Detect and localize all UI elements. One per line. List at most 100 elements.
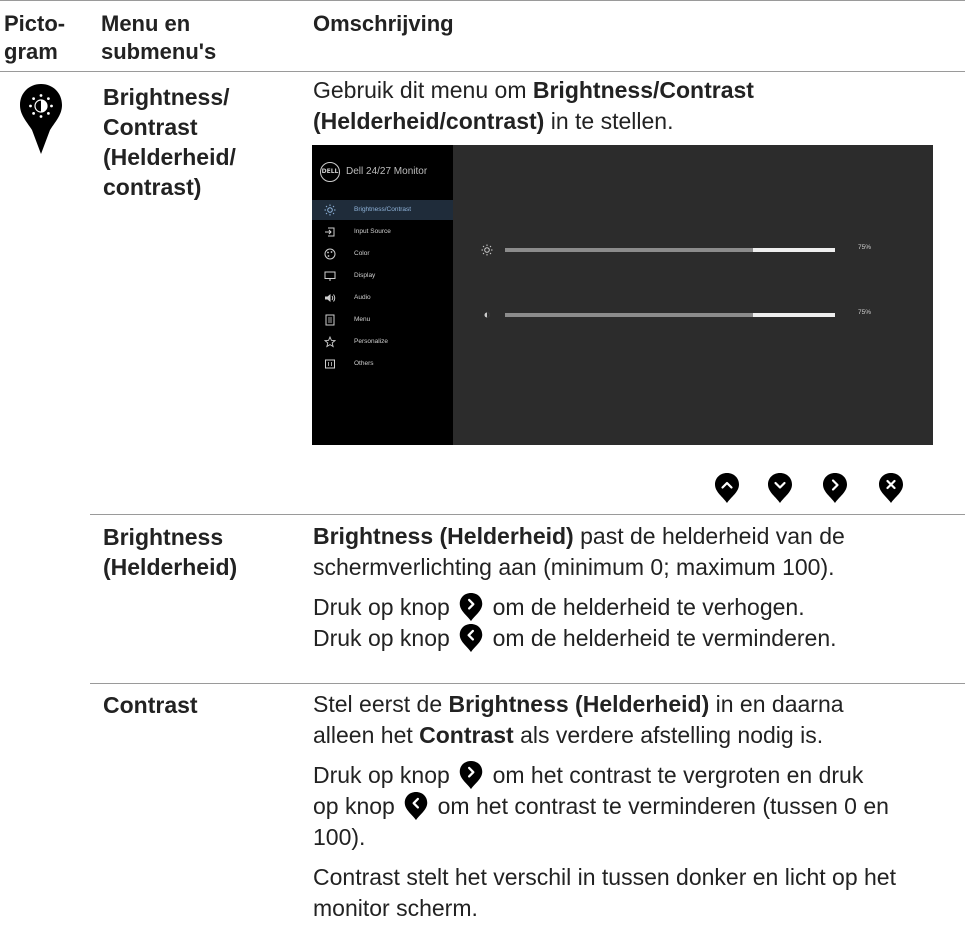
input-source-icon [325,227,335,237]
contrast-p1-bold: Brightness (Helderheid) [448,691,710,717]
osd-menu-item[interactable]: Personalize [312,332,453,352]
osd-menu-item-label: Others [354,360,374,367]
menu-title-line: Brightness/ [103,84,230,110]
audio-icon [325,294,336,302]
brightness-contrast-description: Gebruik dit menu om Brightness/Contrast … [313,75,754,137]
menu-brightness-contrast-title: Brightness/ Contrast (Helderheid/ contra… [103,82,236,202]
osd-menu-item-label: Color [354,250,370,257]
osd-header: DELL Dell 24/27 Monitor [312,145,453,200]
contrast-p2-line1: Druk op knop om het contrast te vergrote… [313,760,896,791]
display-icon [324,271,336,281]
close-button-icon [879,473,903,503]
menu-contrast-title: Contrast [103,692,198,718]
right-button-icon [459,760,483,790]
contrast-p1-l2-post: als verdere afstelling nodig is. [513,722,824,748]
brightness-p1-line2: schermverlichting aan (minimum 0; maximu… [313,554,835,580]
menu-title-line: (Helderheid/ [103,144,236,170]
contrast-description: Stel eerst de Brightness (Helderheid) in… [313,689,896,924]
contrast-p2-l1-post: om het contrast te vergroten en druk [492,762,864,788]
header-pictogram-line1: Picto- [4,11,66,36]
osd-menu-item[interactable]: Input Source [312,222,453,242]
brightness-value: 75% [858,244,872,251]
contrast-slider[interactable] [505,313,835,317]
brightness-slider[interactable] [505,248,835,252]
right-button-icon [459,592,483,622]
right-button-icon [823,473,847,503]
row-rule-1 [90,514,965,515]
desc-bold2: (Helderheid/contrast) [313,108,545,134]
osd-screenshot: DELL Dell 24/27 Monitor Brightness/Contr… [312,145,933,445]
header-description: Omschrijving [313,11,454,36]
osd-menu-item-label: Brightness/Contrast [354,206,412,213]
contrast-value: 75% [858,309,872,316]
brightness-p2-pre: Druk op knop [313,594,450,620]
osd-menu-item-label: Menu [354,316,371,323]
osd-menu-item[interactable]: Menu [312,310,453,330]
top-rule [0,0,965,1]
contrast-p2-line2: op knop om het contrast te verminderen (… [313,791,896,822]
down-button-icon [768,473,792,503]
osd-sidebar: DELL Dell 24/27 Monitor Brightness/Contr… [312,145,453,445]
osd-menu-item[interactable]: Audio [312,288,453,308]
brightness-p1-bold: Brightness (Helderheid) [313,523,574,549]
contrast-p1-l2-pre: alleen het [313,722,420,748]
brightness-slider-fill [505,248,753,252]
left-button-icon [405,791,428,821]
brightness-small-icon [481,244,493,256]
osd-menu-item-label: Audio [354,294,371,301]
brightness-p1-line1: Brightness (Helderheid) past de helderhe… [313,521,845,552]
brightness-p2: Druk op knop om de helderheid te verhoge… [313,592,845,623]
contrast-p2-l2-post: om het contrast te verminderen (tussen 0… [437,793,889,819]
contrast-p1-line1: Stel eerst de Brightness (Helderheid) in… [313,689,896,720]
contrast-slider-fill [505,313,753,317]
osd-menu-item-label: Personalize [354,338,388,345]
contrast-p1-pre: Stel eerst de [313,691,449,717]
star-icon [324,336,336,348]
header-menu-line2: submenu's [101,39,217,64]
osd-menu-item[interactable]: Display [312,266,453,286]
row-rule-2 [90,683,965,684]
brightness-title-line2: (Helderheid) [103,554,238,580]
brightness-contrast-icon [20,84,62,154]
brightness-p1-rest: past de helderheid van de [573,523,845,549]
brightness-p3-pre: Druk op knop [313,625,450,651]
contrast-slider-row: 75% [453,307,933,323]
menu-icon [325,314,335,326]
header-pictogram: Picto- gram [4,10,65,66]
contrast-p1-post: in en daarna [709,691,844,717]
brightness-p3-post: om de helderheid te verminderen. [492,625,837,651]
dell-logo: DELL [320,162,340,182]
contrast-p2-l1-pre: Druk op knop [313,762,450,788]
osd-model-name: Dell 24/27 Monitor [346,166,428,177]
osd-menu-item[interactable]: Color [312,244,453,264]
osd-menu-item-label: Input Source [354,228,391,235]
desc-post: in te stellen. [544,108,674,134]
header-menu: Menu en submenu's [101,10,216,66]
osd-menu-item[interactable]: Brightness/Contrast [312,200,453,220]
header-pictogram-line2: gram [4,39,58,64]
desc-line2: (Helderheid/contrast) in te stellen. [313,106,754,137]
header-menu-line1: Menu en [101,11,191,36]
contrast-small-icon [484,312,490,318]
left-button-icon [459,623,483,653]
color-icon [324,248,336,260]
contrast-p1-line2: alleen het Contrast als verdere afstelli… [313,720,896,751]
brightness-description: Brightness (Helderheid) past de helderhe… [313,521,845,654]
contrast-p2-l2-pre: op knop [313,793,395,819]
contrast-p1-l2-bold: Contrast [419,722,514,748]
desc-pre: Gebruik dit menu om [313,77,533,103]
brightness-icon [324,204,336,216]
brightness-title-line1: Brightness [103,524,224,550]
brightness-p2-post: om de helderheid te verhogen. [492,594,805,620]
others-icon [325,359,335,369]
brightness-slider-row: 75% [453,242,933,258]
contrast-p3-line1: Contrast stelt het verschil in tussen do… [313,864,896,890]
contrast-p3-line2: monitor scherm. [313,895,478,921]
menu-title-line: Contrast [103,114,198,140]
contrast-p2-line3: 100). [313,824,366,850]
osd-menu-item[interactable]: Others [312,354,453,374]
header-rule [0,71,965,72]
desc-line1: Gebruik dit menu om Brightness/Contrast [313,75,754,106]
brightness-p3: Druk op knop om de helderheid te vermind… [313,623,845,654]
up-button-icon [715,473,739,503]
